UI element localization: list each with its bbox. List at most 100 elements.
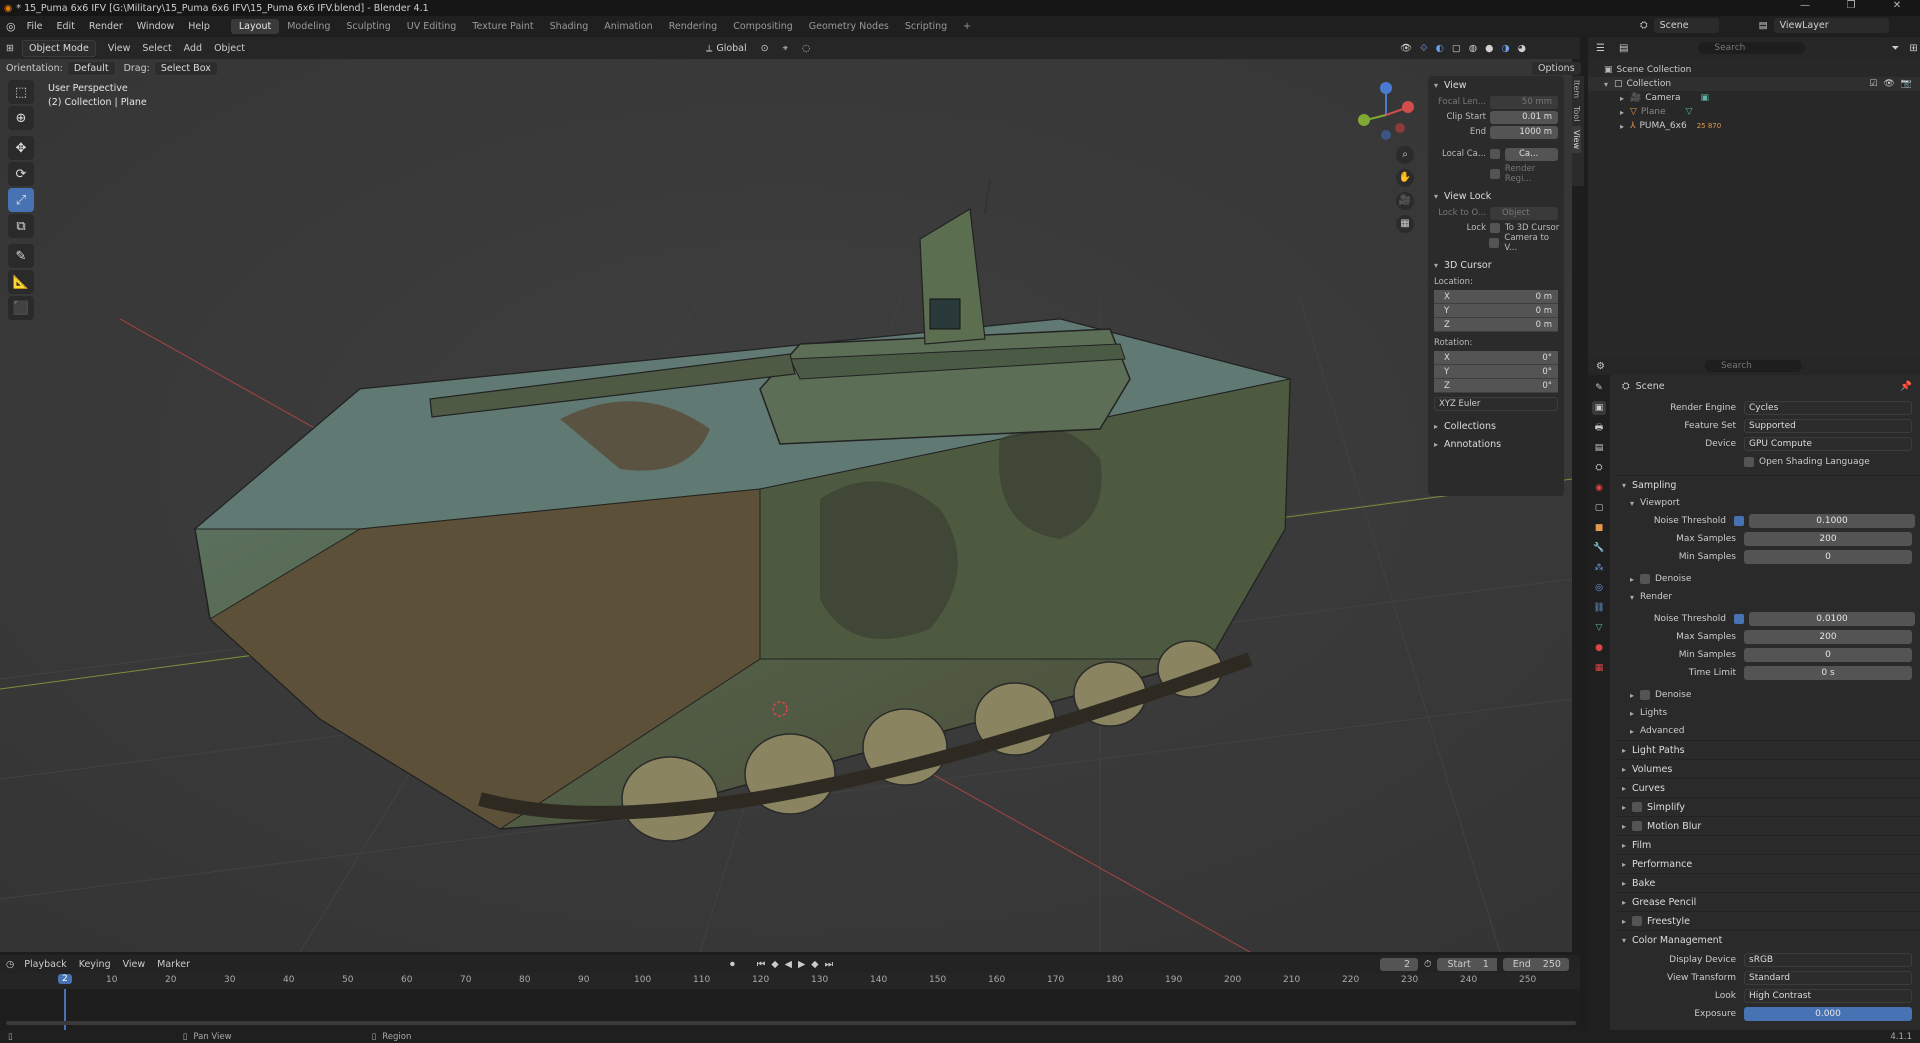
annotate-tool[interactable]: ✎ — [8, 244, 34, 268]
tab-item[interactable]: Item — [1572, 76, 1581, 102]
outliner-search-input[interactable]: Search — [1698, 42, 1806, 54]
time-limit-field[interactable]: 0 s — [1744, 666, 1912, 680]
tab-scripting[interactable]: Scripting — [897, 19, 955, 34]
vp-noise-threshold-field[interactable]: 0.1000 — [1749, 514, 1915, 528]
maximize-button[interactable]: ❐ — [1828, 0, 1874, 11]
tab-tool[interactable]: Tool — [1572, 102, 1581, 126]
clip-start-field[interactable]: 0.01 m — [1490, 110, 1558, 124]
scene-collection-row[interactable]: ▣ Scene Collection — [1588, 63, 1920, 77]
minimize-button[interactable]: — — [1782, 0, 1828, 11]
measure-tool[interactable]: 📐 — [8, 270, 34, 294]
orientation-dropdown[interactable]: Default — [66, 60, 116, 76]
advanced-subsection[interactable]: ▸ Advanced — [1616, 722, 1920, 740]
display-device-dropdown[interactable]: sRGB — [1744, 953, 1912, 967]
material-tab-icon[interactable]: ● — [1592, 641, 1606, 655]
pin-icon[interactable]: 📌 — [1900, 381, 1912, 392]
shading-rendered-icon[interactable]: ◕ — [1518, 43, 1526, 54]
tab-geometry-nodes[interactable]: Geometry Nodes — [801, 19, 897, 34]
editor-type-icon[interactable]: ⊞ — [6, 43, 14, 54]
focal-length-field[interactable]: 50 mm — [1490, 95, 1558, 109]
view-lock-section-header[interactable]: ▾ View Lock — [1428, 187, 1564, 205]
lock-to-cursor-checkbox[interactable] — [1490, 223, 1500, 233]
viewport-menu-add[interactable]: Add — [178, 43, 208, 54]
snap-icon[interactable]: ⌖ — [783, 43, 788, 54]
look-dropdown[interactable]: High Contrast — [1744, 989, 1912, 1003]
playhead-frame-badge[interactable]: 2 — [58, 974, 72, 984]
render-engine-dropdown[interactable]: Cycles — [1744, 401, 1912, 415]
timeline-editor-icon[interactable]: ◷ — [6, 959, 14, 970]
start-frame-field[interactable]: 1 — [1474, 957, 1497, 971]
tab-view[interactable]: View — [1572, 125, 1581, 153]
tab-animation[interactable]: Animation — [596, 19, 660, 34]
view-layer-selector[interactable]: ViewLayer — [1773, 18, 1889, 33]
tab-layout[interactable]: Layout — [230, 18, 280, 34]
lights-subsection[interactable]: ▸ Lights — [1616, 704, 1920, 722]
vp-noise-threshold-checkbox[interactable] — [1734, 516, 1744, 526]
collection-row[interactable]: ▾ ▢ Collection ☑ 👁 📷 — [1588, 77, 1920, 91]
select-box-tool[interactable]: ⬚ — [8, 80, 34, 104]
record-icon[interactable]: ⏺ — [730, 959, 735, 970]
tab-shading[interactable]: Shading — [542, 19, 597, 34]
menu-render[interactable]: Render — [82, 21, 130, 32]
vp-max-samples-field[interactable]: 200 — [1744, 532, 1912, 546]
object-mode-dropdown[interactable]: Object Mode — [21, 39, 96, 57]
drag-dropdown[interactable]: Select Box — [153, 60, 218, 76]
cursor-tool[interactable]: ⊕ — [8, 106, 34, 130]
r-min-samples-field[interactable]: 0 — [1744, 648, 1912, 662]
timeline-menu-view[interactable]: View — [123, 959, 146, 970]
overlay-toggle-icon[interactable]: ◐ — [1436, 43, 1444, 54]
rotation-mode-dropdown[interactable]: XYZ Euler — [1434, 397, 1558, 411]
transform-orientation-dropdown[interactable]: Global — [716, 43, 746, 54]
output-tab-icon[interactable]: 🖶 — [1592, 421, 1606, 435]
cursor-rotation-y[interactable]: Y 0° — [1434, 365, 1558, 379]
new-collection-icon[interactable]: ⊞ — [1909, 43, 1917, 54]
lock-to-object-field[interactable]: Object — [1490, 206, 1558, 220]
display-mode-icon[interactable]: ▤ — [1619, 43, 1628, 54]
jump-end-icon[interactable]: ⏭ — [825, 959, 834, 970]
tab-compositing[interactable]: Compositing — [725, 19, 801, 34]
gizmo-neg-x-icon[interactable] — [1395, 123, 1405, 133]
view-layer-tab-icon[interactable]: ▤ — [1592, 441, 1606, 455]
collections-section-header[interactable]: ▸ Collections — [1428, 417, 1564, 435]
shading-material-icon[interactable]: ◑ — [1501, 43, 1509, 54]
cursor-location-z[interactable]: Z0 m — [1434, 318, 1558, 332]
menu-file[interactable]: File — [20, 21, 50, 32]
osl-checkbox[interactable] — [1744, 457, 1754, 467]
sampling-section-header[interactable]: ▾ Sampling — [1616, 475, 1920, 494]
tool-tab-icon[interactable]: ✎ — [1592, 381, 1606, 395]
light-paths-section[interactable]: ▸ Light Paths — [1616, 740, 1920, 759]
viewport-subsection-header[interactable]: ▾ Viewport — [1616, 494, 1920, 512]
render-tab-icon[interactable]: ▣ — [1592, 401, 1606, 415]
menu-help[interactable]: Help — [181, 21, 217, 32]
texture-tab-icon[interactable]: ▦ — [1592, 661, 1606, 675]
timeline-menu-keying[interactable]: Keying — [79, 959, 111, 970]
local-camera-checkbox[interactable] — [1490, 149, 1500, 159]
pan-hand-icon[interactable]: ✋ — [1396, 169, 1414, 187]
outliner-item-camera[interactable]: ▸ 🎥 Camera ▣ — [1588, 91, 1920, 105]
xray-toggle-icon[interactable]: ▢ — [1452, 43, 1461, 54]
current-frame-field[interactable]: 2 — [1380, 957, 1419, 971]
render-subsection-header[interactable]: ▾ Render — [1616, 588, 1920, 606]
blender-menu-icon[interactable]: ◎ — [6, 20, 16, 33]
zoom-icon[interactable]: ⌕ — [1396, 146, 1414, 164]
tab-uv-editing[interactable]: UV Editing — [399, 19, 465, 34]
viewport-menu-object[interactable]: Object — [208, 43, 251, 54]
move-tool[interactable]: ✥ — [8, 136, 34, 160]
3d-viewport[interactable] — [0, 59, 1572, 952]
ortho-toggle-icon[interactable]: ▦ — [1396, 215, 1414, 233]
tab-texture-paint[interactable]: Texture Paint — [464, 19, 541, 34]
next-key-icon[interactable]: ◆ — [811, 959, 818, 970]
gizmo-toggle-icon[interactable]: ⟐ — [1420, 43, 1428, 54]
data-tab-icon[interactable]: ▽ — [1592, 621, 1606, 635]
r-max-samples-field[interactable]: 200 — [1744, 630, 1912, 644]
particles-tab-icon[interactable]: ⁂ — [1592, 561, 1606, 575]
feature-set-dropdown[interactable]: Supported — [1744, 419, 1912, 433]
gizmo-x-icon[interactable] — [1402, 101, 1414, 113]
prev-key-icon[interactable]: ◆ — [771, 959, 778, 970]
cursor-location-x[interactable]: X0 m — [1434, 290, 1558, 304]
camera-to-view-checkbox[interactable] — [1489, 238, 1500, 248]
play-icon[interactable]: ▶ — [798, 959, 805, 970]
outliner-editor-icon[interactable]: ☰ — [1596, 43, 1605, 54]
gizmo-y-icon[interactable] — [1358, 114, 1370, 126]
camera-view-icon[interactable]: 🎥 — [1396, 192, 1414, 210]
